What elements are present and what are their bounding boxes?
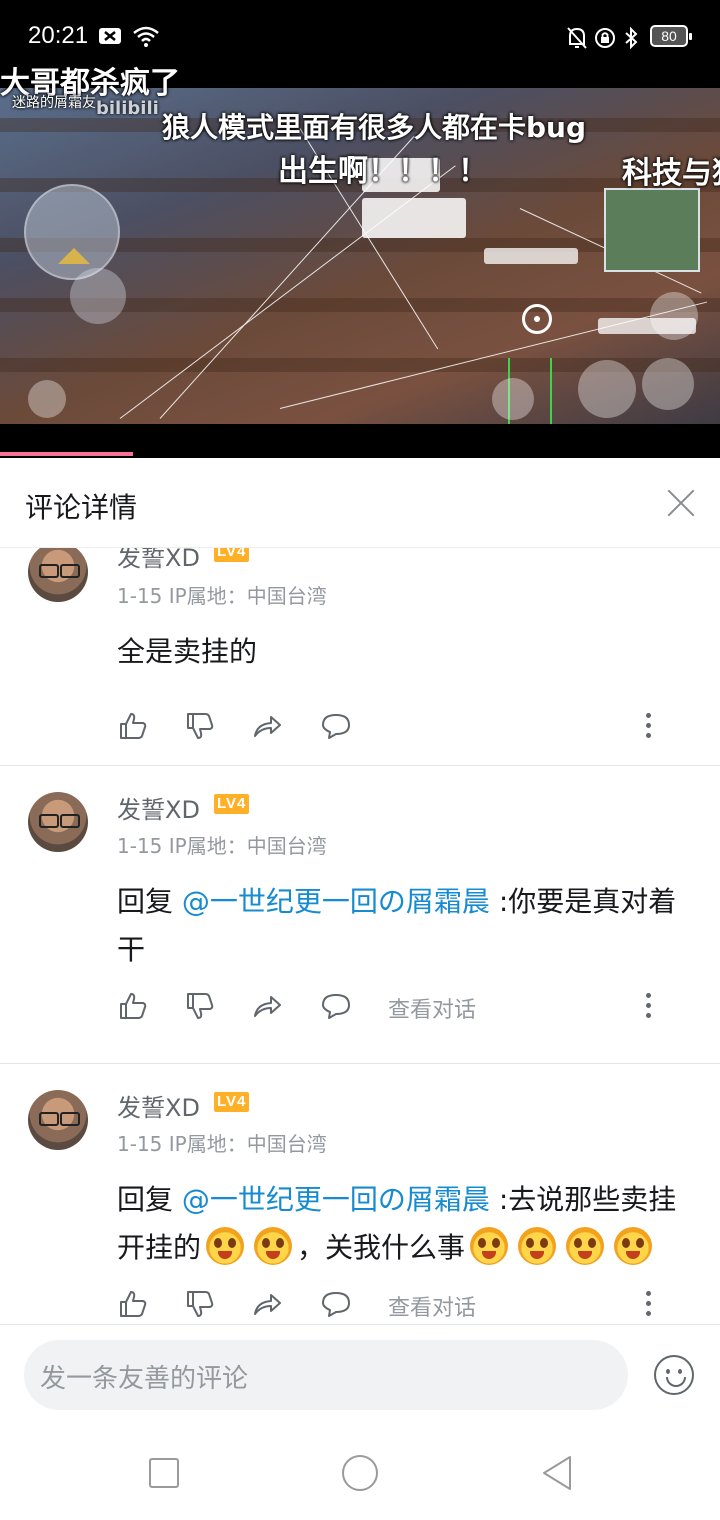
panel-title: 评论详情: [25, 491, 138, 524]
subtitle-line-2: 出生啊！！！！: [278, 154, 488, 189]
minimap: [604, 188, 700, 272]
comment-input[interactable]: 发一条友善的评论: [24, 1340, 628, 1410]
reply-prefix: 回复: [117, 885, 182, 918]
dislike-icon[interactable]: [184, 990, 216, 1022]
comment-list[interactable]: 发誓XD LV4 1-15 IP属地：中国台湾 全是卖挂的 发誓XD LV4 1…: [0, 548, 720, 1324]
avatar[interactable]: [28, 1090, 88, 1150]
shocked-face-emoji-icon: [206, 1227, 245, 1265]
comment-meta: 1-15 IP属地：中国台湾: [117, 1132, 327, 1156]
comment-text: 回复 @一世纪更一回の屑霜晨 :你要是真对着干: [117, 878, 697, 974]
more-options-icon[interactable]: [646, 990, 651, 1022]
view-conversation-link[interactable]: 查看对话: [388, 1290, 476, 1322]
reply-prefix: 回复: [117, 1183, 182, 1216]
uploader-watermark: 迷路的屑霜友: [12, 95, 96, 111]
comment-actions: 查看对话: [117, 990, 697, 1030]
like-icon[interactable]: [117, 710, 149, 742]
comment-meta: 1-15 IP属地：中国台湾: [117, 834, 327, 858]
emoji-picker-icon[interactable]: [654, 1355, 694, 1395]
bluetooth-icon: [625, 26, 638, 50]
comment-input-placeholder: 发一条友善的评论: [40, 1364, 249, 1394]
comment-item: 发誓XD LV4 1-15 IP属地：中国台湾 回复 @一世纪更一回の屑霜晨 :…: [0, 766, 720, 1063]
shocked-face-emoji-icon: [614, 1227, 653, 1265]
mention-link[interactable]: @一世纪更一回の屑霜晨: [182, 885, 490, 918]
mute-bell-icon: [567, 27, 587, 49]
share-icon[interactable]: [251, 1288, 283, 1320]
reload-button-icon: [492, 378, 534, 420]
recent-apps-icon[interactable]: [149, 1458, 179, 1488]
rotation-lock-icon: [595, 28, 615, 48]
level-badge: LV4: [214, 548, 250, 562]
wifi-icon: [133, 26, 159, 47]
level-badge: LV4: [214, 1092, 250, 1112]
comment-actions: 查看对话: [117, 1288, 697, 1324]
dislike-icon[interactable]: [184, 1288, 216, 1320]
share-icon[interactable]: [251, 710, 283, 742]
share-icon[interactable]: [251, 990, 283, 1022]
comment-username[interactable]: 发誓XD: [117, 790, 200, 825]
shocked-face-emoji-icon: [518, 1227, 557, 1265]
battery-indicator: 80: [650, 25, 692, 47]
crouch-button-icon: [578, 360, 636, 418]
comment-username[interactable]: 发誓XD: [117, 1088, 200, 1123]
notification-x-icon: [99, 28, 121, 44]
more-options-icon[interactable]: [646, 1288, 651, 1320]
comment-username[interactable]: 发誓XD: [117, 548, 200, 573]
video-progress-fill: [0, 452, 134, 456]
status-time: 20:21: [28, 22, 89, 49]
system-navigation-bar: [0, 1428, 720, 1520]
comment-actions: [117, 710, 697, 750]
more-options-icon[interactable]: [646, 710, 651, 742]
crosshair-icon: [522, 304, 552, 334]
loot-card: [362, 198, 466, 238]
prone-button-icon: [642, 358, 694, 410]
status-bar: 20:21 80: [0, 0, 720, 74]
like-icon[interactable]: [117, 1288, 149, 1320]
joystick-knob: [70, 268, 126, 324]
comment-text: 回复 @一世纪更一回の屑霜晨 :去说那些卖挂开挂的 ，关我什么事: [117, 1176, 697, 1272]
comment-body-2: ，关我什么事: [297, 1231, 466, 1264]
comment-input-bar: 发一条友善的评论: [0, 1324, 720, 1428]
view-conversation-link[interactable]: 查看对话: [388, 992, 476, 1024]
comment-item: 发誓XD LV4 1-15 IP属地：中国台湾 回复 @一世纪更一回の屑霜晨 :…: [0, 1064, 720, 1324]
comment-text: 全是卖挂的: [117, 635, 258, 668]
avatar[interactable]: [28, 792, 88, 852]
comment-meta: 1-15 IP属地：中国台湾: [117, 584, 327, 608]
shocked-face-emoji-icon: [254, 1227, 293, 1265]
bilibili-watermark: bilibili: [96, 98, 159, 119]
video-player[interactable]: 大哥都杀疯了 迷路的屑霜友 bilibili 狼人模式里面有很多人都在卡bug …: [0, 0, 720, 458]
reply-comment-icon[interactable]: [320, 990, 352, 1022]
jump-button-icon: [650, 292, 698, 340]
move-joystick: [24, 184, 120, 280]
reply-comment-icon[interactable]: [320, 1288, 352, 1320]
dislike-icon[interactable]: [184, 710, 216, 742]
comment-detail-header: 评论详情: [0, 458, 720, 548]
shocked-face-emoji-icon: [470, 1227, 509, 1265]
level-badge: LV4: [214, 794, 250, 814]
comment-item: 发誓XD LV4 1-15 IP属地：中国台湾 全是卖挂的: [0, 548, 720, 765]
like-icon[interactable]: [117, 990, 149, 1022]
home-icon[interactable]: [342, 1455, 378, 1491]
reply-comment-icon[interactable]: [320, 710, 352, 742]
danmaku-text-right: 科技与狠: [622, 156, 720, 191]
close-icon[interactable]: [662, 484, 700, 522]
backpack-icon: [28, 380, 66, 418]
shocked-face-emoji-icon: [566, 1227, 605, 1265]
kill-feed: [484, 248, 578, 264]
avatar[interactable]: [28, 548, 88, 602]
subtitle-line-1: 狼人模式里面有很多人都在卡bug: [162, 111, 587, 144]
back-icon[interactable]: [540, 1454, 574, 1492]
sprint-arrow-icon: [58, 248, 90, 264]
mention-link[interactable]: @一世纪更一回の屑霜晨: [182, 1183, 490, 1216]
